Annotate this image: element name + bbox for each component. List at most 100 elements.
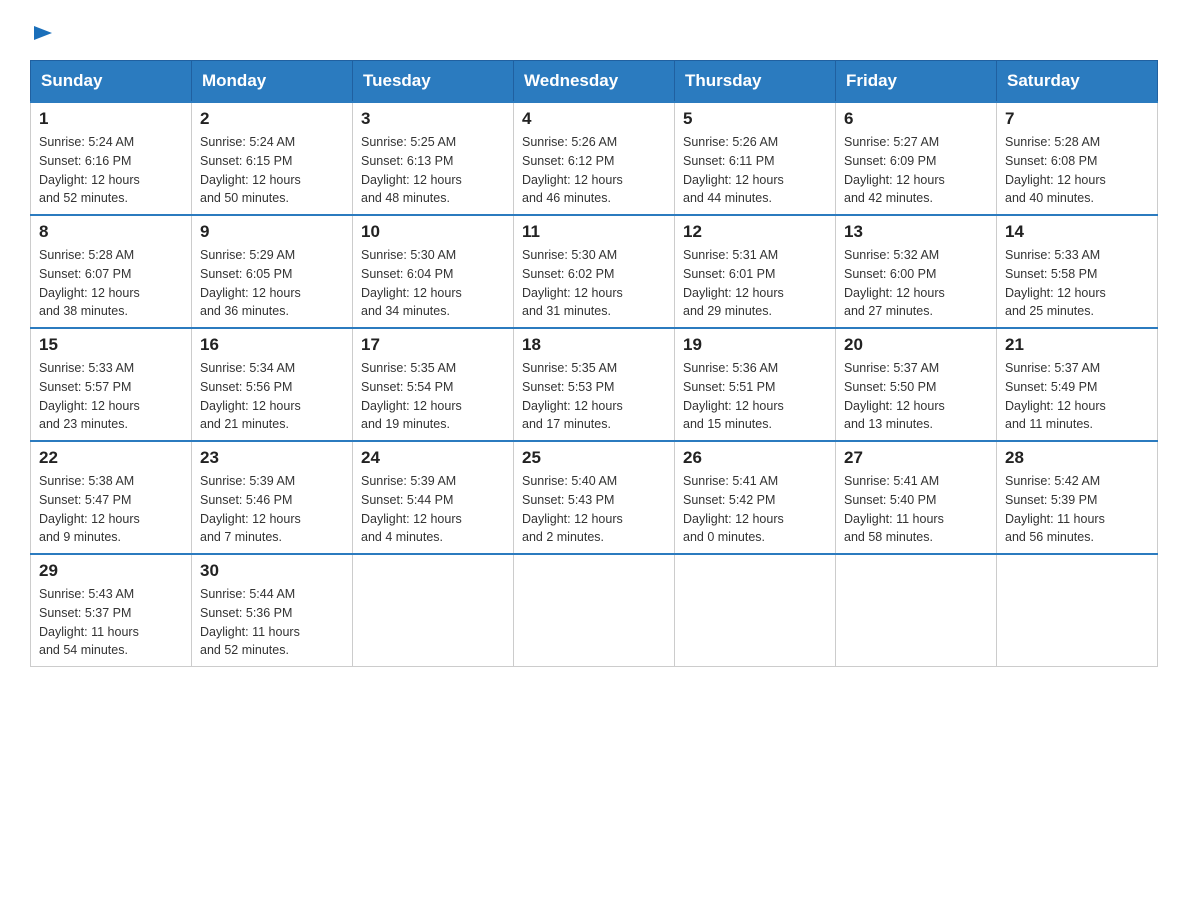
calendar-day-cell: 9 Sunrise: 5:29 AMSunset: 6:05 PMDaylight… — [192, 215, 353, 328]
day-info: Sunrise: 5:26 AMSunset: 6:11 PMDaylight:… — [683, 133, 827, 208]
calendar-week-row: 8 Sunrise: 5:28 AMSunset: 6:07 PMDaylight… — [31, 215, 1158, 328]
day-number: 16 — [200, 335, 344, 355]
day-info: Sunrise: 5:42 AMSunset: 5:39 PMDaylight:… — [1005, 472, 1149, 547]
day-info: Sunrise: 5:38 AMSunset: 5:47 PMDaylight:… — [39, 472, 183, 547]
calendar-day-cell: 3Sunrise: 5:25 AMSunset: 6:13 PMDaylight… — [353, 102, 514, 215]
day-number: 9 — [200, 222, 344, 242]
day-number: 12 — [683, 222, 827, 242]
day-info: Sunrise: 5:39 AMSunset: 5:44 PMDaylight:… — [361, 472, 505, 547]
day-info: Sunrise: 5:26 AMSunset: 6:12 PMDaylight:… — [522, 133, 666, 208]
day-info: Sunrise: 5:33 AMSunset: 5:58 PMDaylight:… — [1005, 246, 1149, 321]
calendar-day-header: Sunday — [31, 61, 192, 103]
day-number: 5 — [683, 109, 827, 129]
day-number: 13 — [844, 222, 988, 242]
day-number: 29 — [39, 561, 183, 581]
calendar-day-cell: 18 Sunrise: 5:35 AMSunset: 5:53 PMDayligh… — [514, 328, 675, 441]
calendar-day-cell: 12Sunrise: 5:31 AMSunset: 6:01 PMDayligh… — [675, 215, 836, 328]
calendar-day-cell: 8 Sunrise: 5:28 AMSunset: 6:07 PMDaylight… — [31, 215, 192, 328]
day-info: Sunrise: 5:36 AMSunset: 5:51 PMDaylight:… — [683, 359, 827, 434]
day-info: Sunrise: 5:28 AMSunset: 6:07 PMDaylight:… — [39, 246, 183, 321]
day-info: Sunrise: 5:27 AMSunset: 6:09 PMDaylight:… — [844, 133, 988, 208]
day-info: Sunrise: 5:41 AMSunset: 5:42 PMDaylight:… — [683, 472, 827, 547]
day-info: Sunrise: 5:24 AMSunset: 6:15 PMDaylight:… — [200, 133, 344, 208]
calendar-day-cell — [836, 554, 997, 667]
calendar-day-cell: 2Sunrise: 5:24 AMSunset: 6:15 PMDaylight… — [192, 102, 353, 215]
calendar-day-cell: 14 Sunrise: 5:33 AMSunset: 5:58 PMDayligh… — [997, 215, 1158, 328]
calendar-day-cell: 24 Sunrise: 5:39 AMSunset: 5:44 PMDayligh… — [353, 441, 514, 554]
calendar-day-header: Monday — [192, 61, 353, 103]
day-number: 3 — [361, 109, 505, 129]
day-number: 10 — [361, 222, 505, 242]
page-header — [30, 20, 1158, 40]
day-info: Sunrise: 5:29 AMSunset: 6:05 PMDaylight:… — [200, 246, 344, 321]
day-number: 19 — [683, 335, 827, 355]
calendar-day-cell: 29 Sunrise: 5:43 AMSunset: 5:37 PMDayligh… — [31, 554, 192, 667]
calendar-day-cell: 16 Sunrise: 5:34 AMSunset: 5:56 PMDayligh… — [192, 328, 353, 441]
calendar-day-header: Tuesday — [353, 61, 514, 103]
day-number: 18 — [522, 335, 666, 355]
calendar-day-cell — [353, 554, 514, 667]
calendar-day-cell: 6 Sunrise: 5:27 AMSunset: 6:09 PMDaylight… — [836, 102, 997, 215]
day-number: 1 — [39, 109, 183, 129]
day-info: Sunrise: 5:30 AMSunset: 6:02 PMDaylight:… — [522, 246, 666, 321]
logo-arrow-icon — [32, 22, 54, 44]
day-number: 27 — [844, 448, 988, 468]
day-info: Sunrise: 5:37 AMSunset: 5:49 PMDaylight:… — [1005, 359, 1149, 434]
calendar-day-cell: 26 Sunrise: 5:41 AMSunset: 5:42 PMDayligh… — [675, 441, 836, 554]
calendar-header-row: SundayMondayTuesdayWednesdayThursdayFrid… — [31, 61, 1158, 103]
day-info: Sunrise: 5:35 AMSunset: 5:53 PMDaylight:… — [522, 359, 666, 434]
calendar-day-header: Thursday — [675, 61, 836, 103]
calendar-day-cell: 4Sunrise: 5:26 AMSunset: 6:12 PMDaylight… — [514, 102, 675, 215]
calendar-day-cell: 1Sunrise: 5:24 AMSunset: 6:16 PMDaylight… — [31, 102, 192, 215]
day-info: Sunrise: 5:28 AMSunset: 6:08 PMDaylight:… — [1005, 133, 1149, 208]
day-info: Sunrise: 5:37 AMSunset: 5:50 PMDaylight:… — [844, 359, 988, 434]
day-number: 15 — [39, 335, 183, 355]
calendar-table: SundayMondayTuesdayWednesdayThursdayFrid… — [30, 60, 1158, 667]
day-info: Sunrise: 5:39 AMSunset: 5:46 PMDaylight:… — [200, 472, 344, 547]
day-number: 14 — [1005, 222, 1149, 242]
calendar-day-cell: 11Sunrise: 5:30 AMSunset: 6:02 PMDayligh… — [514, 215, 675, 328]
calendar-day-header: Wednesday — [514, 61, 675, 103]
calendar-day-cell: 22 Sunrise: 5:38 AMSunset: 5:47 PMDayligh… — [31, 441, 192, 554]
day-number: 30 — [200, 561, 344, 581]
calendar-week-row: 15 Sunrise: 5:33 AMSunset: 5:57 PMDayligh… — [31, 328, 1158, 441]
calendar-day-cell: 19 Sunrise: 5:36 AMSunset: 5:51 PMDayligh… — [675, 328, 836, 441]
day-number: 17 — [361, 335, 505, 355]
calendar-day-cell: 10 Sunrise: 5:30 AMSunset: 6:04 PMDayligh… — [353, 215, 514, 328]
day-info: Sunrise: 5:30 AMSunset: 6:04 PMDaylight:… — [361, 246, 505, 321]
day-number: 25 — [522, 448, 666, 468]
calendar-day-cell — [997, 554, 1158, 667]
day-number: 26 — [683, 448, 827, 468]
calendar-week-row: 29 Sunrise: 5:43 AMSunset: 5:37 PMDayligh… — [31, 554, 1158, 667]
day-info: Sunrise: 5:43 AMSunset: 5:37 PMDaylight:… — [39, 585, 183, 660]
calendar-week-row: 1Sunrise: 5:24 AMSunset: 6:16 PMDaylight… — [31, 102, 1158, 215]
day-info: Sunrise: 5:35 AMSunset: 5:54 PMDaylight:… — [361, 359, 505, 434]
calendar-day-cell: 15 Sunrise: 5:33 AMSunset: 5:57 PMDayligh… — [31, 328, 192, 441]
calendar-day-cell: 27 Sunrise: 5:41 AMSunset: 5:40 PMDayligh… — [836, 441, 997, 554]
day-number: 22 — [39, 448, 183, 468]
calendar-day-cell: 7 Sunrise: 5:28 AMSunset: 6:08 PMDaylight… — [997, 102, 1158, 215]
calendar-day-cell: 25 Sunrise: 5:40 AMSunset: 5:43 PMDayligh… — [514, 441, 675, 554]
calendar-day-header: Saturday — [997, 61, 1158, 103]
calendar-day-cell: 13 Sunrise: 5:32 AMSunset: 6:00 PMDayligh… — [836, 215, 997, 328]
day-info: Sunrise: 5:32 AMSunset: 6:00 PMDaylight:… — [844, 246, 988, 321]
day-info: Sunrise: 5:41 AMSunset: 5:40 PMDaylight:… — [844, 472, 988, 547]
day-number: 24 — [361, 448, 505, 468]
logo — [30, 20, 54, 40]
day-number: 8 — [39, 222, 183, 242]
calendar-day-cell: 30Sunrise: 5:44 AMSunset: 5:36 PMDayligh… — [192, 554, 353, 667]
calendar-week-row: 22 Sunrise: 5:38 AMSunset: 5:47 PMDayligh… — [31, 441, 1158, 554]
calendar-day-cell: 28 Sunrise: 5:42 AMSunset: 5:39 PMDayligh… — [997, 441, 1158, 554]
calendar-day-cell: 17 Sunrise: 5:35 AMSunset: 5:54 PMDayligh… — [353, 328, 514, 441]
day-number: 6 — [844, 109, 988, 129]
day-number: 7 — [1005, 109, 1149, 129]
day-info: Sunrise: 5:33 AMSunset: 5:57 PMDaylight:… — [39, 359, 183, 434]
calendar-day-cell — [514, 554, 675, 667]
calendar-day-cell: 21Sunrise: 5:37 AMSunset: 5:49 PMDayligh… — [997, 328, 1158, 441]
day-number: 28 — [1005, 448, 1149, 468]
day-info: Sunrise: 5:40 AMSunset: 5:43 PMDaylight:… — [522, 472, 666, 547]
calendar-day-header: Friday — [836, 61, 997, 103]
calendar-day-cell: 20Sunrise: 5:37 AMSunset: 5:50 PMDayligh… — [836, 328, 997, 441]
day-info: Sunrise: 5:34 AMSunset: 5:56 PMDaylight:… — [200, 359, 344, 434]
calendar-day-cell — [675, 554, 836, 667]
